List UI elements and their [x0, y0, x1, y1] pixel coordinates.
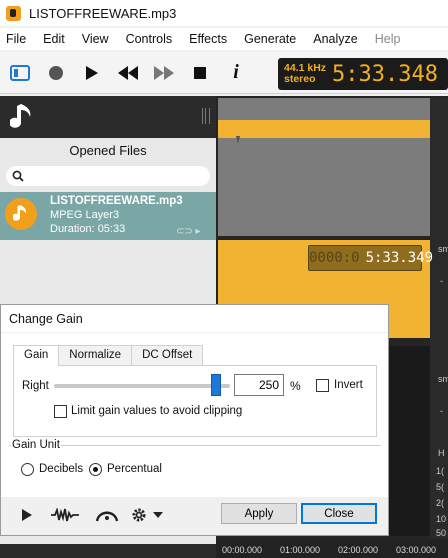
- playback-time: 5:33.348: [332, 61, 438, 87]
- search-icon: [12, 170, 24, 182]
- level-label: sm: [438, 374, 448, 384]
- sidebar-toggle-icon: [10, 64, 30, 81]
- menu-help[interactable]: Help: [369, 32, 407, 46]
- freq-label: 10: [436, 514, 447, 524]
- sidebar-header: [0, 96, 216, 138]
- info-button[interactable]: i: [220, 58, 252, 88]
- menu-generate[interactable]: Generate: [238, 32, 302, 46]
- menu-view[interactable]: View: [76, 32, 115, 46]
- change-gain-dialog: Change Gain Gain Normalize DC Offset Rig…: [0, 304, 389, 536]
- waveform-preview-button[interactable]: [51, 505, 79, 525]
- fast-forward-button[interactable]: [148, 58, 180, 88]
- sidebar-footer: [0, 544, 216, 558]
- preview-play-button[interactable]: [21, 505, 33, 525]
- gain-value-field[interactable]: [234, 374, 284, 396]
- level-label: -: [440, 406, 443, 416]
- link-icon: ⊂⊃ ▸: [176, 226, 201, 237]
- invert-checkbox[interactable]: [316, 379, 329, 392]
- app-logo-icon: [6, 5, 21, 21]
- record-icon: [49, 65, 63, 80]
- play-button[interactable]: [76, 58, 108, 88]
- music-note-icon: [13, 205, 27, 221]
- chevron-down-icon: [153, 512, 163, 518]
- sidebar-resize-grip[interactable]: [202, 108, 210, 124]
- search-input[interactable]: [28, 169, 198, 183]
- tab-dc-offset[interactable]: DC Offset: [131, 345, 204, 365]
- play-icon: [22, 509, 32, 521]
- freq-label: 50: [436, 528, 447, 538]
- tab-gain[interactable]: Gain: [13, 345, 60, 366]
- position-badge-time: 5:33.349: [365, 250, 434, 266]
- freq-label: 1(: [436, 466, 445, 476]
- percentual-radio[interactable]: [89, 463, 102, 476]
- list-item-file[interactable]: LISTOFFREEWARE.mp3 MPEG Layer3 Duration:…: [0, 192, 216, 240]
- level-label: -: [440, 276, 443, 286]
- apply-button[interactable]: Apply: [221, 503, 297, 524]
- ruler-tick-label: 03:00.000: [396, 545, 437, 555]
- freq-label: 5(: [436, 482, 445, 492]
- decibels-radio[interactable]: [21, 463, 34, 476]
- title-bar: LISTOFFREEWARE.mp3: [0, 0, 448, 26]
- limit-gain-label: Limit gain values to avoid clipping: [71, 405, 243, 417]
- stop-icon: [194, 66, 206, 79]
- ruler-tick-label: 02:00.000: [338, 545, 379, 555]
- fade-curve-button[interactable]: [95, 505, 119, 525]
- fast-forward-icon: [154, 65, 174, 80]
- file-duration: Duration: 05:33: [50, 223, 126, 235]
- info-icon: i: [233, 61, 239, 83]
- menu-bar: File Edit View Controls Effects Generate…: [0, 28, 448, 50]
- channel-mode: stereo: [284, 73, 316, 85]
- percentual-label: Percentual: [107, 463, 162, 475]
- gain-unit-symbol: %: [290, 379, 301, 393]
- freq-label: H: [438, 448, 445, 458]
- tab-normalize[interactable]: Normalize: [58, 345, 133, 365]
- rewind-icon: [118, 65, 138, 80]
- sidebar-toggle-button[interactable]: [4, 58, 36, 88]
- file-name: LISTOFFREEWARE.mp3: [50, 195, 183, 207]
- stop-button[interactable]: [184, 58, 216, 88]
- position-badge: 0000:0 5:33.349: [308, 245, 433, 271]
- menu-controls[interactable]: Controls: [120, 32, 179, 46]
- level-label: sm: [438, 244, 448, 254]
- file-format: MPEG Layer3: [50, 209, 120, 221]
- dialog-footer: Apply Close: [1, 497, 388, 535]
- close-button[interactable]: Close: [301, 503, 377, 524]
- gain-slider-handle[interactable]: [210, 374, 221, 396]
- curve-icon: [95, 511, 119, 522]
- dialog-title: Change Gain: [1, 305, 388, 333]
- menu-edit[interactable]: Edit: [37, 32, 71, 46]
- file-search[interactable]: [6, 166, 210, 186]
- settings-menu-button[interactable]: [131, 505, 163, 525]
- position-badge-ghost: 0000:0: [309, 250, 360, 266]
- gain-unit-heading: Gain Unit: [11, 439, 61, 451]
- ruler-tick-label: 01:00.000: [280, 545, 321, 555]
- menu-analyze[interactable]: Analyze: [307, 32, 363, 46]
- freq-label: 2(: [436, 498, 445, 508]
- menu-effects[interactable]: Effects: [183, 32, 233, 46]
- gain-tab-panel: Right % Invert Limit gain values to avoi…: [13, 365, 377, 437]
- menu-file[interactable]: File: [0, 32, 32, 46]
- channel-label: Right: [22, 380, 49, 392]
- decibels-label: Decibels: [39, 463, 84, 475]
- music-note-icon: [10, 104, 31, 128]
- gain-slider[interactable]: [54, 384, 230, 388]
- ruler-tick-label: 00:00.000: [222, 545, 263, 555]
- opened-files-heading: Opened Files: [69, 143, 147, 158]
- window-title: LISTOFFREEWARE.mp3: [29, 5, 177, 21]
- invert-label: Invert: [334, 379, 363, 391]
- time-ruler: 00:00.000 01:00.000 02:00.000 03:00.000: [216, 540, 448, 558]
- file-thumbnail: [5, 198, 37, 230]
- record-button[interactable]: [40, 58, 72, 88]
- rewind-button[interactable]: [112, 58, 144, 88]
- limit-gain-checkbox[interactable]: [54, 405, 67, 418]
- time-display: 44.1 kHz stereo 5:33.348: [278, 58, 448, 90]
- waveform-icon: [51, 508, 79, 522]
- dialog-tabs: Gain Normalize DC Offset: [13, 345, 204, 366]
- play-icon: [86, 65, 98, 80]
- gear-icon: [132, 508, 146, 522]
